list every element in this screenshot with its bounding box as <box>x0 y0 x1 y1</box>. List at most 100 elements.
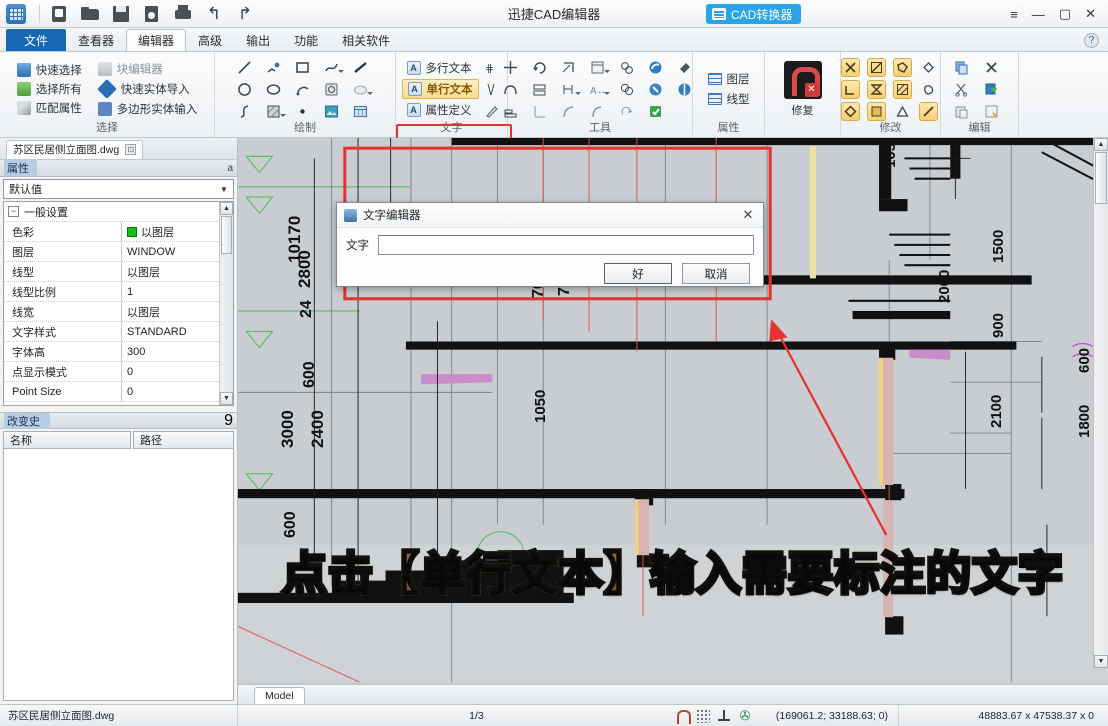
tab-output[interactable]: 输出 <box>234 29 282 51</box>
union-icon[interactable] <box>617 80 636 99</box>
tab-viewer[interactable]: 查看器 <box>66 29 126 51</box>
minimize-button[interactable]: — <box>1032 7 1045 22</box>
measure-icon[interactable] <box>646 58 665 77</box>
hatch-icon[interactable] <box>264 102 286 121</box>
new-icon[interactable] <box>50 5 68 23</box>
text-align-icon[interactable] <box>482 80 501 99</box>
purge-icon[interactable] <box>646 102 665 121</box>
properties-scrollbar[interactable]: ▲ ▼ <box>219 202 233 405</box>
block-editor-button[interactable]: 块编辑器 <box>94 60 202 78</box>
layers-button[interactable]: 图层 <box>707 71 750 87</box>
copy-icon[interactable] <box>952 58 971 77</box>
history-list[interactable] <box>3 449 234 701</box>
property-row-ltscale[interactable]: 线型比例 1 <box>4 282 219 302</box>
linetype-button[interactable]: 线型 <box>707 91 750 107</box>
polygon-entity-button[interactable]: 多边形实体输入 <box>94 100 202 118</box>
tab-function[interactable]: 功能 <box>282 29 330 51</box>
polyline-icon[interactable] <box>264 58 283 77</box>
grid-icon[interactable] <box>695 708 710 723</box>
property-row-lineweight[interactable]: 线宽 以图层 <box>4 302 219 322</box>
property-row-pointsize[interactable]: Point Size 0 <box>4 382 219 402</box>
hatch-edit-icon[interactable] <box>892 79 912 99</box>
block-insert-icon[interactable] <box>588 58 610 77</box>
edit-text-icon[interactable] <box>482 102 501 121</box>
canvas-scroll-up-button[interactable]: ▲ <box>1094 138 1108 151</box>
property-row-pointmode[interactable]: 点显示模式 0 <box>4 362 219 382</box>
print-icon[interactable] <box>174 4 192 23</box>
scroll-down-button[interactable]: ▼ <box>220 392 233 405</box>
ellipse-icon[interactable] <box>264 80 283 99</box>
explode-icon[interactable] <box>646 80 665 99</box>
open-icon[interactable] <box>81 5 99 23</box>
save-as-icon[interactable] <box>143 5 161 23</box>
osnap-icon[interactable]: ✇ <box>738 708 752 723</box>
construction-line-icon[interactable] <box>351 58 370 77</box>
polyline-arc-icon[interactable] <box>322 58 344 77</box>
history-column-name[interactable]: 名称 <box>3 431 131 449</box>
dialog-cancel-button[interactable]: 取消 <box>682 263 750 284</box>
close-button[interactable]: ✕ <box>1085 6 1096 22</box>
save-icon[interactable] <box>112 5 130 23</box>
arc-icon[interactable] <box>293 80 312 99</box>
mirror-icon[interactable] <box>675 80 694 99</box>
paste-special-icon[interactable] <box>952 102 971 121</box>
rectangular-array-icon[interactable] <box>530 80 549 99</box>
erase-icon[interactable] <box>675 58 694 77</box>
repair-button[interactable]: 修复 <box>774 60 832 118</box>
text-style-icon[interactable]: ⋕ <box>482 58 501 77</box>
rectangle-edit-icon[interactable] <box>866 101 886 121</box>
revision-cloud-icon[interactable] <box>617 102 636 121</box>
cad-canvas[interactable]: 700 70 10170 2800 24 600 3000 2400 600 1… <box>238 138 1108 684</box>
single-line-text-button[interactable]: A 单行文本 <box>401 79 479 99</box>
maximize-button[interactable]: ▢ <box>1059 6 1071 22</box>
tab-advanced[interactable]: 高级 <box>186 29 234 51</box>
dialog-text-input[interactable] <box>378 235 754 255</box>
point-icon[interactable] <box>293 102 312 121</box>
tab-related-software[interactable]: 相关软件 <box>330 29 402 51</box>
extend-icon[interactable] <box>840 79 860 99</box>
hourglass-edit-icon[interactable] <box>866 79 886 99</box>
donut-icon[interactable] <box>322 80 341 99</box>
property-row-textstyle[interactable]: 文字样式 STANDARD <box>4 322 219 342</box>
dialog-close-icon[interactable]: ✕ <box>737 205 759 225</box>
property-row-color[interactable]: 色彩 以图层 <box>4 222 219 242</box>
stretch-icon[interactable] <box>501 80 520 99</box>
match-properties-button[interactable]: 匹配属性 <box>13 99 86 117</box>
move-icon[interactable] <box>501 58 520 77</box>
copy-object-icon[interactable] <box>617 58 636 77</box>
entity-import-button[interactable]: 快速实体导入 <box>94 79 202 99</box>
tab-file[interactable]: 文件 <box>6 29 67 51</box>
menu-icon[interactable]: ≡ <box>1010 7 1018 22</box>
break-icon[interactable] <box>866 57 886 77</box>
dialog-ok-button[interactable]: 好 <box>604 263 672 284</box>
canvas-scroll-down-button[interactable]: ▼ <box>1094 655 1108 668</box>
collapse-icon[interactable]: − <box>8 206 19 217</box>
rotate-icon[interactable] <box>530 58 549 77</box>
table-icon[interactable] <box>351 102 370 121</box>
insert-image-icon[interactable] <box>322 102 341 121</box>
document-tab-close-icon[interactable]: ⊡ <box>125 144 137 155</box>
cut-icon[interactable] <box>952 80 971 99</box>
trim-extend-icon[interactable] <box>588 102 607 121</box>
gradient-icon[interactable] <box>351 80 373 99</box>
line-edit-icon[interactable] <box>918 101 938 121</box>
undo-icon[interactable]: ↰ <box>205 4 223 23</box>
circle-icon[interactable] <box>235 80 254 99</box>
redo-icon[interactable]: ↱ <box>236 4 254 23</box>
scale-icon[interactable] <box>559 58 578 77</box>
lengthen-icon[interactable] <box>501 102 520 121</box>
canvas-vertical-scrollbar[interactable]: ▲ ▼ <box>1093 138 1108 668</box>
property-row-layer[interactable]: 图层 WINDOW <box>4 242 219 262</box>
model-tab[interactable]: Model <box>254 687 305 704</box>
multiline-text-button[interactable]: A 多行文本 <box>402 59 479 77</box>
attribute-definition-button[interactable]: A 属性定义 <box>402 101 479 119</box>
snap-icon[interactable] <box>675 709 691 724</box>
dim-aligned-icon[interactable]: A↔ <box>588 80 610 99</box>
fillet-icon[interactable] <box>530 102 549 121</box>
tab-editor[interactable]: 编辑器 <box>126 29 187 51</box>
properties-edit-icon[interactable] <box>982 102 1001 121</box>
dim-linear-icon[interactable] <box>559 80 581 99</box>
delete-icon[interactable] <box>982 58 1001 77</box>
select-all-button[interactable]: 选择所有 <box>13 80 86 98</box>
property-row-linetype[interactable]: 线型 以图层 <box>4 262 219 282</box>
